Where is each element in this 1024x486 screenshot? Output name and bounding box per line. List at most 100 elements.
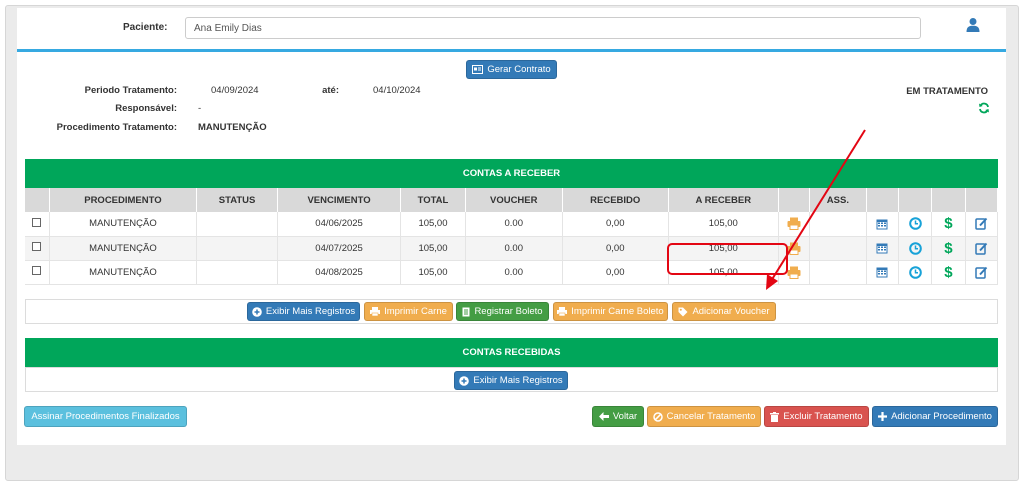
dollar-icon[interactable]: $ xyxy=(931,212,966,237)
treatment-status: EM TRATAMENTO xyxy=(906,86,988,97)
procedure-label: Procedimento Tratamento: xyxy=(56,122,177,133)
receivables-header-row: PROCEDIMENTO STATUS VENCIMENTO TOTAL VOU… xyxy=(25,188,999,212)
show-more-received-label: Exibir Mais Registros xyxy=(473,375,563,386)
calendar-icon[interactable] xyxy=(876,218,888,230)
edit-icon[interactable] xyxy=(975,242,988,255)
received-cell: 0,00 xyxy=(562,260,669,285)
refresh-icon[interactable] xyxy=(978,102,990,114)
tag-icon xyxy=(678,307,688,316)
ban-icon xyxy=(652,411,663,422)
sign-finished-label: Assinar Procedimentos Finalizados xyxy=(31,411,180,422)
calendar-icon[interactable] xyxy=(876,242,888,254)
clock-icon[interactable] xyxy=(908,217,922,231)
signature-cell xyxy=(809,236,867,261)
user-icon[interactable] xyxy=(965,17,981,33)
signature-cell xyxy=(809,212,867,237)
received-cell: 0,00 xyxy=(562,212,669,237)
contract-icon xyxy=(472,65,484,74)
print-carne-boleto-button[interactable]: Imprimir Carne Boleto xyxy=(553,302,668,321)
add-procedure-label: Adicionar Procedimento xyxy=(891,411,992,422)
receivables-header: CONTAS A RECEBER xyxy=(25,159,998,188)
edit-column-header xyxy=(965,188,999,212)
procedure-cell: MANUTENÇÃO xyxy=(49,212,198,237)
period-label: Periodo Tratamento: xyxy=(84,85,177,96)
row-checkbox[interactable] xyxy=(32,217,42,227)
printer-icon[interactable] xyxy=(787,242,801,255)
document-icon xyxy=(462,307,470,316)
receivables-table: PROCEDIMENTO STATUS VENCIMENTO TOTAL VOU… xyxy=(25,188,999,285)
clock-icon[interactable] xyxy=(908,241,922,255)
dollar-icon[interactable]: $ xyxy=(931,260,966,285)
period-start: 04/09/2024 xyxy=(211,85,259,96)
add-voucher-label: Adicionar Voucher xyxy=(692,306,770,317)
printer-icon[interactable] xyxy=(787,266,801,279)
dollar-icon[interactable]: $ xyxy=(931,236,966,261)
procedure-cell: MANUTENÇÃO xyxy=(49,260,198,285)
show-more-received-button[interactable]: Exibir Mais Registros xyxy=(454,371,568,390)
column-header: ASS. xyxy=(809,188,867,212)
plus-icon xyxy=(878,412,888,421)
due-date-cell: 04/08/2025 xyxy=(277,260,402,285)
status-cell xyxy=(196,260,278,285)
edit-icon[interactable] xyxy=(975,266,988,279)
patient-label: Paciente: xyxy=(123,22,168,33)
sign-finished-button[interactable]: Assinar Procedimentos Finalizados xyxy=(24,406,187,427)
delete-treatment-label: Excluir Tratamento xyxy=(783,411,863,422)
status-cell xyxy=(196,236,278,261)
dollar-column-header xyxy=(931,188,966,212)
column-header: VOUCHER xyxy=(465,188,563,212)
table-row: MANUTENÇÃO 04/07/2025 105,00 0.00 0,00 1… xyxy=(25,236,999,261)
register-boleto-button[interactable]: Registrar Boleto xyxy=(456,302,549,321)
back-button[interactable]: Voltar xyxy=(592,406,644,427)
annotation-highlight xyxy=(667,243,788,275)
row-checkbox[interactable] xyxy=(32,242,42,251)
table-row: MANUTENÇÃO 04/06/2025 105,00 0.00 0,00 1… xyxy=(25,212,999,237)
print-carne-button[interactable]: Imprimir Carne xyxy=(364,302,453,321)
received-header: CONTAS RECEBIDAS xyxy=(25,338,998,367)
patient-header: Paciente: xyxy=(17,8,1006,52)
due-date-cell: 04/06/2025 xyxy=(277,212,402,237)
cancel-treatment-button[interactable]: Cancelar Tratamento xyxy=(647,406,761,427)
period-end: 04/10/2024 xyxy=(373,85,421,96)
delete-treatment-button[interactable]: Excluir Tratamento xyxy=(764,406,869,427)
patient-input[interactable] xyxy=(185,17,921,39)
printer-icon[interactable] xyxy=(787,217,801,231)
arrow-left-icon xyxy=(598,412,609,421)
received-cell: 0,00 xyxy=(562,236,669,261)
due-date-cell: 04/07/2025 xyxy=(277,236,402,261)
print-carne-label: Imprimir Carne xyxy=(384,306,447,317)
back-label: Voltar xyxy=(612,411,638,422)
voucher-cell: 0.00 xyxy=(465,212,563,237)
column-header: A RECEBER xyxy=(668,188,779,212)
to-receive-cell: 105,00 xyxy=(668,212,779,237)
add-voucher-button[interactable]: Adicionar Voucher xyxy=(672,302,776,321)
total-cell: 105,00 xyxy=(400,236,466,261)
print-carne-boleto-label: Imprimir Carne Boleto xyxy=(571,306,664,317)
print-column-header xyxy=(778,188,811,212)
printer-icon xyxy=(557,307,568,316)
calendar-icon[interactable] xyxy=(876,266,888,278)
until-label: até: xyxy=(322,85,339,96)
plus-circle-icon xyxy=(459,375,470,386)
signature-cell xyxy=(809,260,867,285)
generate-contract-button[interactable]: Gerar Contrato xyxy=(466,60,557,79)
show-more-receivables-button[interactable]: Exibir Mais Registros xyxy=(247,302,360,321)
register-boleto-label: Registrar Boleto xyxy=(474,306,543,317)
clock-column-header xyxy=(898,188,933,212)
calendar-column-header xyxy=(866,188,899,212)
row-checkbox[interactable] xyxy=(32,266,42,275)
cancel-treatment-label: Cancelar Tratamento xyxy=(666,411,756,422)
total-cell: 105,00 xyxy=(400,212,466,237)
treatment-panel: Gerar Contrato Periodo Tratamento: 04/09… xyxy=(17,52,1006,445)
voucher-cell: 0.00 xyxy=(465,236,563,261)
edit-icon[interactable] xyxy=(975,217,988,230)
clock-icon[interactable] xyxy=(908,265,922,279)
show-more-label: Exibir Mais Registros xyxy=(265,306,356,317)
voucher-cell: 0.00 xyxy=(465,260,563,285)
printer-icon xyxy=(370,307,381,316)
responsible-label: Responsável: xyxy=(115,103,177,114)
procedure-cell: MANUTENÇÃO xyxy=(49,236,198,261)
column-header: STATUS xyxy=(196,188,278,212)
add-procedure-button[interactable]: Adicionar Procedimento xyxy=(872,406,998,427)
responsible-value: - xyxy=(198,103,202,114)
